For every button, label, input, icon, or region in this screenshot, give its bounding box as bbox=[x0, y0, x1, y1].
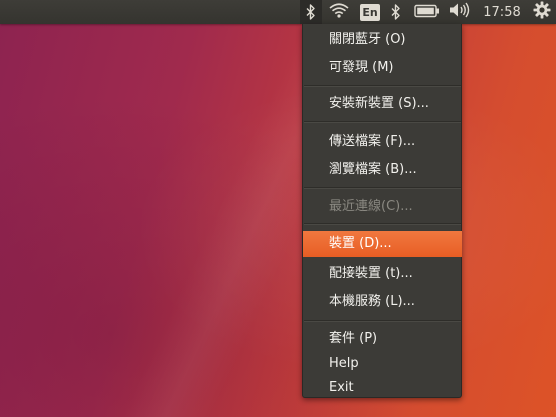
language-label: En bbox=[360, 3, 380, 21]
menu-separator bbox=[304, 85, 461, 87]
wifi-icon bbox=[329, 2, 349, 22]
gear-icon bbox=[533, 1, 551, 23]
menu-item-paired-devices[interactable]: 配接裝置 (t)... bbox=[303, 262, 462, 286]
battery-icon bbox=[414, 3, 440, 22]
battery-indicator[interactable] bbox=[412, 0, 442, 24]
bluetooth-icon bbox=[391, 4, 401, 20]
system-menu-indicator[interactable] bbox=[530, 0, 554, 24]
menu-separator bbox=[304, 187, 461, 189]
menu-item-browse-files[interactable]: 瀏覽檔案 (B)... bbox=[303, 158, 462, 182]
menu-item-exit[interactable]: Exit bbox=[303, 376, 462, 400]
bluetooth-icon bbox=[306, 4, 316, 20]
menu-item-devices[interactable]: 裝置 (D)... bbox=[303, 231, 462, 257]
menu-item-plugins[interactable]: 套件 (P) bbox=[303, 327, 462, 351]
top-panel: En 17:58 bbox=[0, 0, 556, 24]
bluetooth-secondary-indicator[interactable] bbox=[386, 0, 406, 24]
network-indicator[interactable] bbox=[327, 0, 351, 24]
volume-icon bbox=[449, 2, 471, 22]
wallpaper-highlight bbox=[0, 0, 556, 417]
menu-item-setup-new-device[interactable]: 安裝新裝置 (S)... bbox=[303, 92, 462, 116]
menu-item-turn-off-bluetooth[interactable]: 關閉藍牙 (O) bbox=[303, 28, 462, 52]
menu-item-help[interactable]: Help bbox=[303, 352, 462, 376]
menu-item-local-services[interactable]: 本機服務 (L)... bbox=[303, 290, 462, 314]
menu-item-send-files[interactable]: 傳送檔案 (F)... bbox=[303, 130, 462, 154]
menu-separator bbox=[304, 320, 461, 322]
bluetooth-indicator[interactable] bbox=[300, 0, 322, 24]
menu-item-discoverable[interactable]: 可發現 (M) bbox=[303, 56, 462, 80]
sound-indicator[interactable] bbox=[447, 0, 473, 24]
menu-separator bbox=[304, 223, 461, 225]
keyboard-language-indicator[interactable]: En bbox=[358, 0, 382, 24]
menu-separator bbox=[304, 121, 461, 123]
menu-item-recent-connections: 最近連線(C)... bbox=[329, 199, 413, 214]
clock[interactable]: 17:58 bbox=[478, 0, 526, 24]
bluetooth-menu: 關閉藍牙 (O) 可發現 (M) 安裝新裝置 (S)... 傳送檔案 (F)..… bbox=[302, 24, 462, 398]
